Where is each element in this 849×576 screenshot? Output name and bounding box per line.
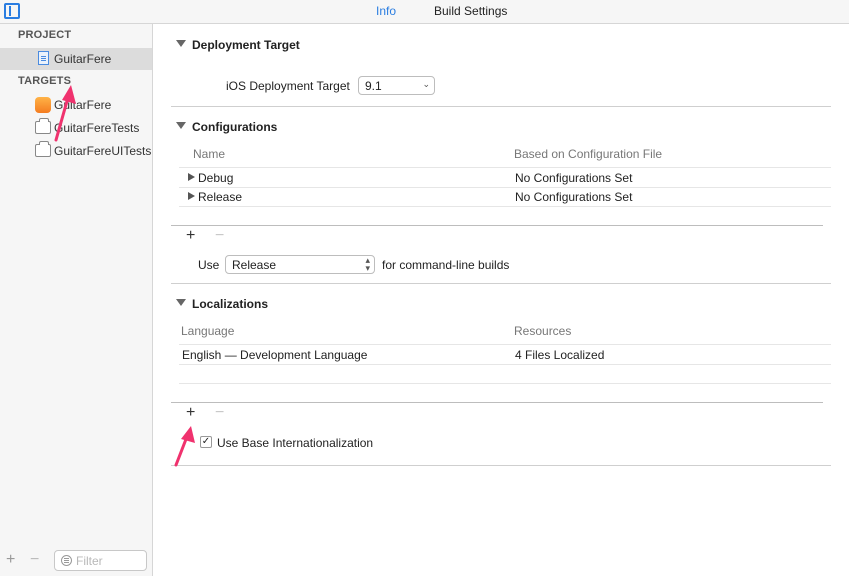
add-target-button[interactable]: +	[6, 551, 15, 569]
tab-build-settings[interactable]: Build Settings	[434, 4, 507, 18]
app-icon	[35, 97, 51, 113]
base-internationalization-checkbox[interactable]: ✓	[200, 436, 212, 448]
table-row-divider	[179, 206, 831, 207]
command-line-config-popup[interactable]: Release ▴ ▾	[225, 255, 375, 274]
bundle-icon	[35, 141, 51, 157]
remove-configuration-button[interactable]: −	[215, 227, 224, 245]
column-header-config-file[interactable]: Based on Configuration File	[514, 147, 662, 161]
sidebar-footer: + −	[0, 546, 152, 576]
add-configuration-button[interactable]: +	[186, 227, 195, 245]
table-row-divider	[179, 187, 831, 188]
tab-info[interactable]: Info	[376, 4, 396, 18]
filter-icon	[61, 555, 72, 566]
deployment-target-popup[interactable]: 9.1 ⌄	[358, 76, 435, 95]
section-divider	[171, 106, 831, 107]
project-navigator-sidebar: PROJECT GuitarFere TARGETS GuitarFere Gu…	[0, 24, 153, 576]
command-line-suffix: for command-line builds	[382, 258, 510, 272]
sidebar-item-label: GuitarFereUITests	[54, 144, 152, 158]
use-label: Use	[198, 258, 220, 272]
toggle-navigator-icon[interactable]	[4, 3, 20, 19]
section-divider	[171, 465, 831, 466]
table-row-divider	[179, 383, 831, 384]
sidebar-item-label: GuitarFere	[54, 98, 112, 112]
deployment-target-label: iOS Deployment Target	[226, 79, 350, 93]
sidebar-item-target-app[interactable]: GuitarFere	[0, 94, 152, 116]
disclosure-triangle-icon[interactable]	[176, 122, 186, 129]
localization-row-language[interactable]: English — Development Language	[182, 348, 367, 362]
table-header-divider	[179, 344, 831, 345]
sidebar-item-label: GuitarFere	[54, 52, 112, 66]
remove-localization-button[interactable]: −	[215, 404, 224, 422]
sidebar-item-project[interactable]: GuitarFere	[0, 48, 152, 70]
disclosure-triangle-icon[interactable]	[188, 173, 195, 181]
localization-row-resources[interactable]: 4 Files Localized	[515, 348, 604, 362]
project-file-icon	[38, 51, 49, 65]
sidebar-item-target-uitests[interactable]: GuitarFereUITests	[0, 140, 152, 162]
table-header-divider	[179, 167, 831, 168]
targets-section-header: TARGETS	[18, 75, 72, 87]
table-bottom-border	[171, 402, 823, 403]
config-row-name[interactable]: Release	[198, 190, 242, 204]
config-row-file[interactable]: No Configurations Set	[515, 171, 632, 185]
filter-input[interactable]	[76, 553, 144, 568]
sidebar-item-label: GuitarFereTests	[54, 121, 140, 135]
chevron-down-icon: ⌄	[422, 79, 430, 89]
up-down-arrows-icon: ▴ ▾	[365, 255, 370, 273]
section-divider	[171, 283, 831, 284]
disclosure-triangle-icon[interactable]	[188, 192, 195, 200]
disclosure-triangle-icon[interactable]	[176, 40, 186, 47]
project-info-editor: Deployment Target iOS Deployment Target …	[153, 24, 849, 576]
sidebar-item-target-tests[interactable]: GuitarFereTests	[0, 117, 152, 139]
remove-target-button[interactable]: −	[30, 551, 39, 569]
disclosure-triangle-icon[interactable]	[176, 299, 186, 306]
table-row-divider	[179, 364, 831, 365]
add-localization-button[interactable]: +	[186, 404, 195, 422]
table-bottom-border	[171, 225, 823, 226]
base-internationalization-label: Use Base Internationalization	[217, 436, 374, 450]
config-row-name[interactable]: Debug	[198, 171, 233, 185]
config-row-file[interactable]: No Configurations Set	[515, 190, 632, 204]
filter-field[interactable]	[54, 550, 147, 571]
column-header-resources[interactable]: Resources	[514, 324, 571, 338]
column-header-name[interactable]: Name	[193, 147, 225, 161]
editor-tab-bar: Info Build Settings	[0, 0, 849, 24]
column-header-language[interactable]: Language	[181, 324, 234, 338]
project-section-header: PROJECT	[18, 29, 72, 41]
bundle-icon	[35, 118, 51, 134]
